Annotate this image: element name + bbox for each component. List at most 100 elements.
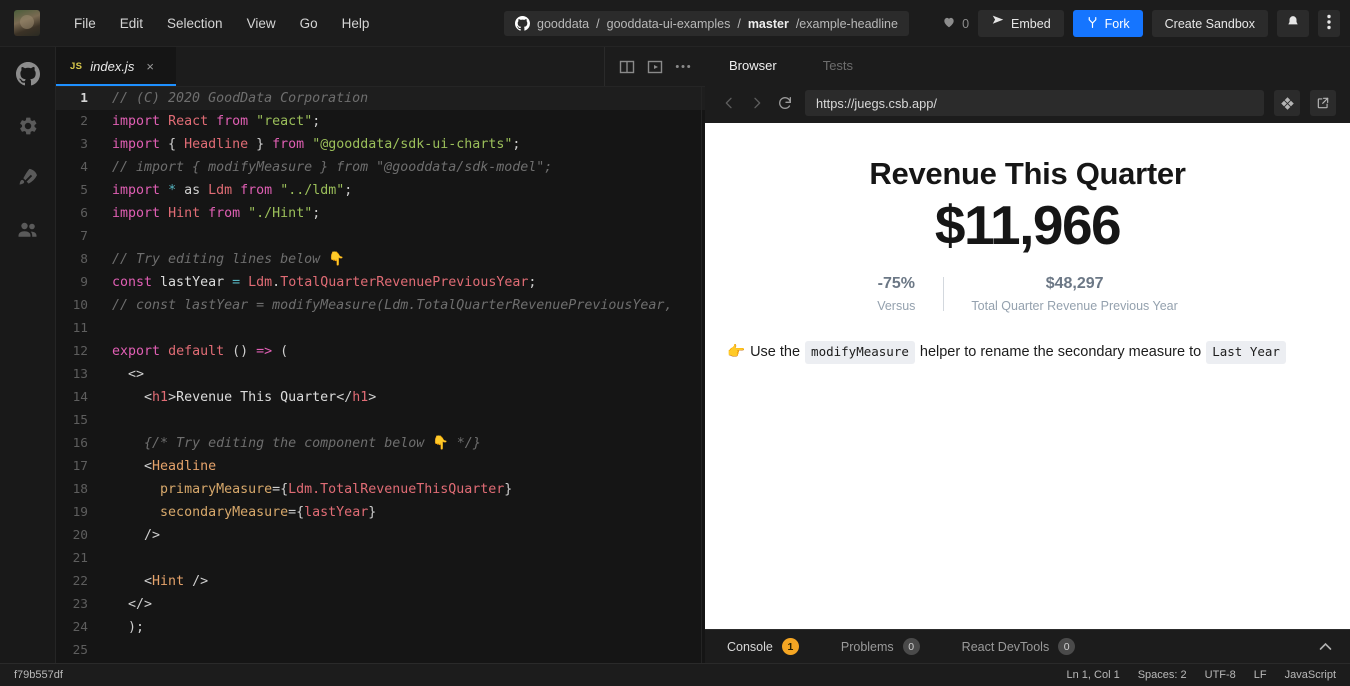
chevron-left-icon[interactable]	[721, 94, 739, 112]
code-line[interactable]: 6 import Hint from "./Hint";	[56, 202, 705, 225]
tab-react-devtools[interactable]: React DevTools 0	[962, 638, 1076, 655]
tab-browser[interactable]: Browser	[729, 58, 777, 73]
open-external-icon[interactable]	[1310, 90, 1336, 116]
code-text: // const lastYear = modifyMeasure(Ldm.To…	[112, 298, 673, 313]
code-line[interactable]: 23 </>	[56, 593, 705, 616]
cursor-position[interactable]: Ln 1, Col 1	[1067, 669, 1120, 681]
code-line[interactable]: 19 secondaryMeasure={lastYear}	[56, 501, 705, 524]
reload-icon[interactable]	[777, 94, 795, 112]
pointing-right-icon: 👉	[727, 343, 746, 360]
tab-console[interactable]: Console 1	[727, 638, 799, 655]
notifications-button[interactable]	[1277, 10, 1309, 37]
menu-item-view[interactable]: View	[235, 11, 288, 36]
url-input[interactable]: https://juegs.csb.app/	[805, 90, 1264, 116]
avatar[interactable]	[14, 10, 40, 36]
line-number: 2	[80, 114, 88, 129]
chevron-right-icon[interactable]	[749, 94, 767, 112]
sidebar-item-collaborators[interactable]	[15, 217, 41, 243]
more-menu-button[interactable]	[1318, 10, 1340, 37]
code-text: const lastYear = Ldm.TotalQuarterRevenue…	[112, 275, 537, 290]
split-editor-icon[interactable]	[619, 59, 635, 75]
headline-secondary-group: -75% Versus $48,297 Total Quarter Revenu…	[705, 275, 1350, 313]
code-line[interactable]: 18 primaryMeasure={Ldm.TotalRevenueThisQ…	[56, 478, 705, 501]
react-devtools-badge: 0	[1058, 638, 1076, 655]
editor-toolbar	[605, 47, 705, 86]
menu-item-selection[interactable]: Selection	[155, 11, 235, 36]
code-line[interactable]: 14 <h1>Revenue This Quarter</h1>	[56, 386, 705, 409]
code-line[interactable]: 9 const lastYear = Ldm.TotalQuarterRevenu…	[56, 271, 705, 294]
code-line[interactable]: 1 // (C) 2020 GoodData Corporation	[56, 87, 705, 110]
line-ending[interactable]: LF	[1254, 669, 1267, 681]
line-number: 10	[72, 298, 88, 313]
top-bar: File Edit Selection View Go Help gooddat…	[0, 0, 1350, 47]
code-text: <Hint />	[144, 574, 209, 589]
sidebar-item-deploy[interactable]	[15, 165, 41, 191]
embed-button[interactable]: Embed	[978, 10, 1064, 37]
code-text: // import { modifyMeasure } from "@goodd…	[112, 160, 553, 175]
line-number: 25	[72, 643, 88, 658]
code-line[interactable]: 22 <Hint />	[56, 570, 705, 593]
line-number: 9	[80, 275, 88, 290]
line-number: 16	[72, 436, 88, 451]
chevron-up-icon[interactable]	[1319, 640, 1332, 654]
more-options-icon[interactable]	[675, 64, 691, 69]
code-text: );	[112, 620, 145, 635]
tab-problems[interactable]: Problems 0	[841, 638, 920, 655]
line-number: 17	[72, 459, 88, 474]
preview-panel-icon[interactable]	[647, 59, 663, 75]
menu-item-go[interactable]: Go	[288, 11, 330, 36]
fork-button[interactable]: Fork	[1072, 10, 1143, 37]
line-number: 1	[80, 91, 88, 106]
repo-breadcrumb[interactable]: gooddata / gooddata-ui-examples / master…	[504, 11, 909, 36]
code-line[interactable]: 2 import React from "react";	[56, 110, 705, 133]
indentation[interactable]: Spaces: 2	[1138, 669, 1187, 681]
console-badge: 1	[781, 638, 799, 655]
sidebar-item-settings[interactable]	[15, 113, 41, 139]
code-line[interactable]: 16 {/* Try editing the component below 👇…	[56, 432, 705, 455]
close-icon[interactable]: ×	[146, 59, 154, 74]
code-line[interactable]: 17 <Headline	[56, 455, 705, 478]
code-line[interactable]: 11	[56, 317, 705, 340]
kebab-menu-icon	[1327, 14, 1331, 33]
react-devtools-label: React DevTools	[961, 639, 1050, 654]
code-line[interactable]: 20 />	[56, 524, 705, 547]
problems-label: Problems	[840, 639, 894, 654]
line-number: 18	[72, 482, 88, 497]
code-line[interactable]: 21	[56, 547, 705, 570]
code-line[interactable]: 3 import { Headline } from "@gooddata/sdk…	[56, 133, 705, 156]
code-line[interactable]: 4 // import { modifyMeasure } from "@good…	[56, 156, 705, 179]
code-line[interactable]: 24 );	[56, 616, 705, 639]
code-line[interactable]: 10 // const lastYear = modifyMeasure(Ldm.…	[56, 294, 705, 317]
code-line[interactable]: 7	[56, 225, 705, 248]
code-line[interactable]: 25	[56, 639, 705, 662]
codesandbox-logo-icon[interactable]	[1274, 90, 1300, 116]
encoding[interactable]: UTF-8	[1205, 669, 1236, 681]
line-number: 23	[72, 597, 88, 612]
hint-text-1: Use the	[750, 343, 801, 360]
language-mode[interactable]: JavaScript	[1285, 669, 1336, 681]
commit-hash[interactable]: f79b557df	[14, 669, 63, 681]
code-line[interactable]: 15	[56, 409, 705, 432]
code-text: export default () => (	[112, 344, 289, 359]
code-line[interactable]: 13 <>	[56, 363, 705, 386]
code-text: </>	[128, 597, 153, 612]
sidebar-item-github[interactable]	[15, 61, 41, 87]
code-line[interactable]: 12 export default () => (	[56, 340, 705, 363]
code-line[interactable]: 8 // Try editing lines below 👇	[56, 248, 705, 271]
code-editor[interactable]: 1 // (C) 2020 GoodData Corporation 2 import…	[56, 87, 705, 663]
menu-item-edit[interactable]: Edit	[108, 11, 155, 36]
code-text: // Try editing lines below 👇	[112, 252, 345, 267]
menu-item-file[interactable]: File	[62, 11, 108, 36]
headline-widget: Revenue This Quarter $11,966 -75% Versus…	[705, 123, 1350, 313]
tab-index-js[interactable]: JS index.js ×	[56, 47, 176, 86]
editor-pane: JS index.js × 1 // (C) 2020 GoodData Corp…	[56, 47, 705, 663]
create-sandbox-button[interactable]: Create Sandbox	[1151, 10, 1268, 37]
hint-message: 👉 Use the modifyMeasure helper to rename…	[727, 341, 1328, 364]
menu-item-help[interactable]: Help	[330, 11, 382, 36]
like-button[interactable]: 0	[942, 15, 969, 32]
tab-tests[interactable]: Tests	[823, 58, 853, 73]
code-line[interactable]: 5 import * as Ldm from "../ldm";	[56, 179, 705, 202]
line-number: 4	[80, 160, 88, 175]
js-file-icon: JS	[70, 61, 83, 72]
headline-secondary-versus: -75% Versus	[849, 275, 943, 313]
